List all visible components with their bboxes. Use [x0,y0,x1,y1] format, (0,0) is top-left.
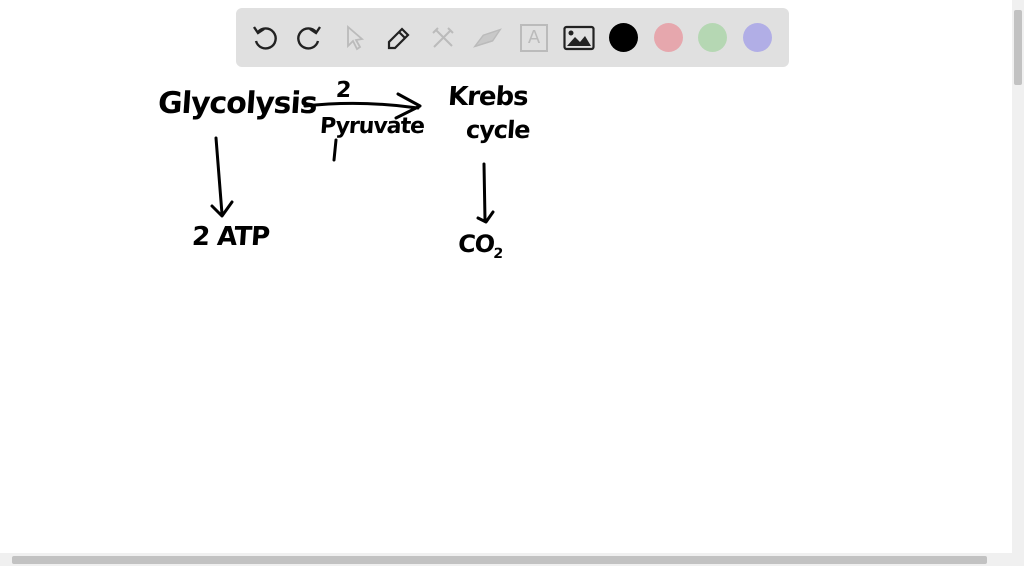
text-arrow-count: 2 [335,78,352,103]
pen-tool-button[interactable] [382,22,414,54]
arrow-krebs-to-co2 [476,162,495,224]
toolbar: A [236,8,789,67]
text-icon: A [520,24,548,52]
color-swatch-pink[interactable] [654,23,683,52]
horizontal-scrollbar-thumb[interactable] [12,556,987,564]
tools-icon [432,27,454,48]
co2-subscript: 2 [492,245,503,262]
vertical-scrollbar-thumb[interactable] [1014,10,1022,85]
select-icon [347,25,365,51]
undo-icon [253,26,277,50]
horizontal-scrollbar[interactable] [0,553,1024,566]
text-krebs: Krebs [446,82,529,112]
whiteboard-canvas[interactable]: Glycolysis 2 Pyruvate Krebs cycle 2 ATP … [0,0,1012,553]
color-swatch-black[interactable] [609,23,638,52]
co2-main: CO [457,230,496,258]
eraser-icon [472,28,502,48]
text-glycolysis: Glycolysis [156,86,318,121]
arrow-glycolysis-to-atp [210,136,234,218]
select-tool-button[interactable] [338,22,370,54]
text-pyruvate: Pyruvate [319,114,425,139]
text-tool-button[interactable]: A [518,22,550,54]
redo-icon [297,26,321,50]
image-tool-button[interactable] [563,22,595,54]
color-swatch-purple[interactable] [743,23,772,52]
text-cycle: cycle [465,116,531,144]
eraser-tool-button[interactable] [472,22,504,54]
redo-button[interactable] [293,22,325,54]
pen-icon [387,27,410,50]
pyruvate-tail [332,138,338,162]
text-co2: CO2 [457,230,504,262]
image-icon [563,25,595,51]
text-atp: 2 ATP [190,222,271,252]
shapes-tool-button[interactable] [427,22,459,54]
vertical-scrollbar[interactable] [1012,0,1024,553]
undo-button[interactable] [249,22,281,54]
color-swatch-green[interactable] [698,23,727,52]
